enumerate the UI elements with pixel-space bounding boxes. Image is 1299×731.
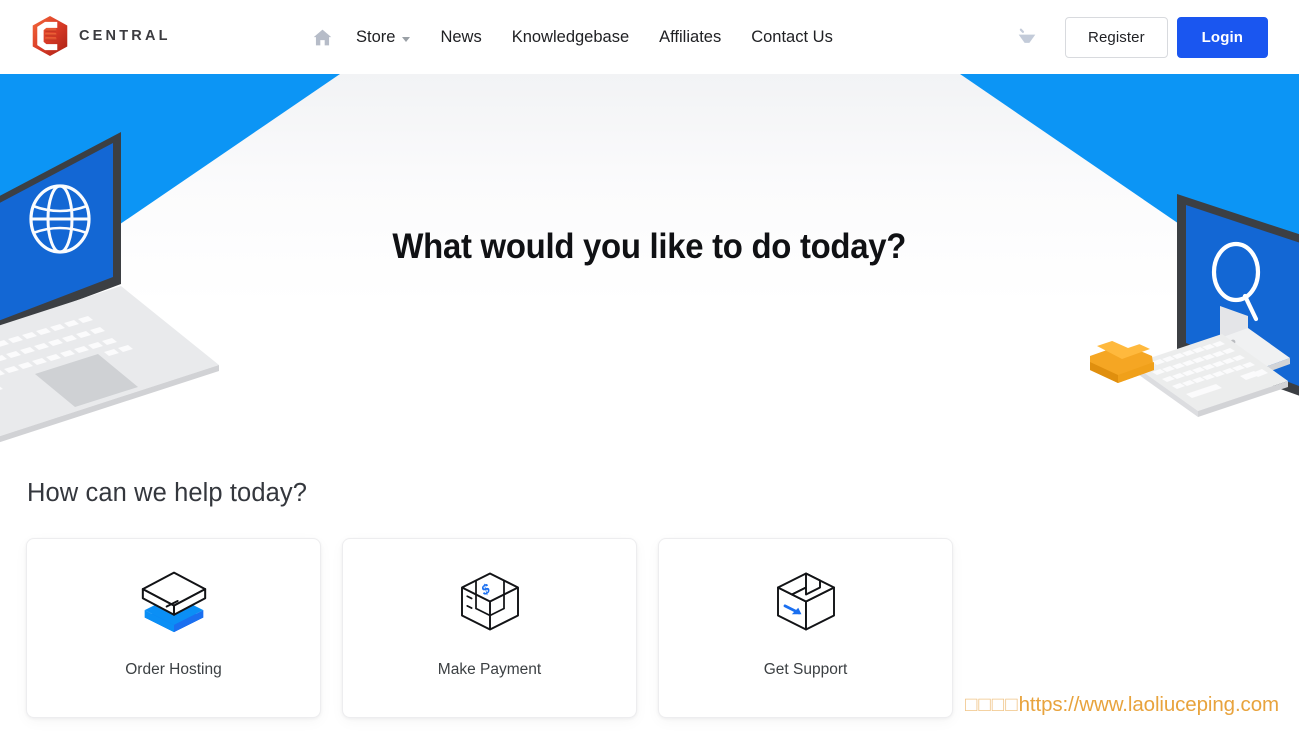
card-get-support-label: Get Support [763, 661, 848, 678]
help-section-title: How can we help today? [27, 479, 308, 507]
chevron-down-icon [402, 36, 411, 42]
watermark-prefix: □□□□ [965, 693, 1019, 716]
brand-name: CENTRAL [79, 28, 171, 44]
card-order-hosting-label: Order Hosting [125, 661, 222, 678]
register-button[interactable]: Register [1065, 16, 1168, 58]
nav-item-knowledgebase[interactable]: Knowledgebase [512, 28, 629, 47]
card-get-support[interactable]: Get Support [658, 538, 953, 718]
nav-item-affiliates[interactable]: Affiliates [659, 28, 721, 47]
isometric-server-stack-icon [137, 566, 211, 636]
login-button[interactable]: Login [1176, 16, 1268, 58]
nav-item-store[interactable]: Store [356, 27, 411, 47]
help-card-list: Order Hosting $ Make Payment Get Support [26, 538, 953, 718]
isometric-box-dollar-icon: $ [455, 566, 525, 636]
nav-item-contact-us[interactable]: Contact Us [751, 28, 833, 47]
site-header: CENTRAL Store News Knowledgebase Affilia… [0, 0, 1299, 74]
header-actions: Register Login [1009, 0, 1268, 74]
watermark-url: https://www.laoliuceping.com [1018, 693, 1280, 716]
main-navigation: Store News Knowledgebase Affiliates Cont… [307, 0, 833, 74]
watermark: □□□□https://www.laoliuceping.com [965, 693, 1279, 717]
card-make-payment-label: Make Payment [437, 661, 542, 678]
isometric-open-box-arrow-icon [771, 566, 841, 636]
nav-item-store-label: Store [356, 27, 396, 46]
help-section: How can we help today? Order Hosting $ M… [0, 446, 1299, 731]
card-make-payment[interactable]: $ Make Payment [342, 538, 637, 718]
brand-logo-link[interactable]: CENTRAL [30, 15, 171, 57]
nav-item-news[interactable]: News [440, 28, 481, 47]
page-root: CENTRAL Store News Knowledgebase Affilia… [0, 0, 1299, 731]
central-hex-logo-icon [30, 15, 70, 57]
home-icon[interactable] [307, 17, 337, 57]
card-order-hosting[interactable]: Order Hosting [26, 538, 321, 718]
hero-illustration [0, 74, 1299, 446]
hero-section: What would you like to do today? [0, 74, 1299, 446]
shopping-cart-icon[interactable] [1009, 19, 1045, 55]
